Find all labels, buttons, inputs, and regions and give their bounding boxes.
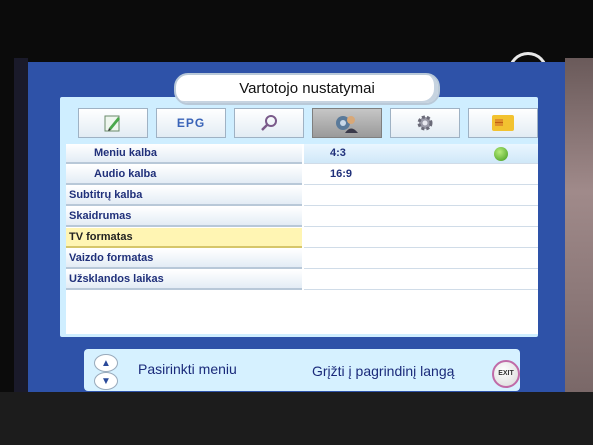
tab-search[interactable] bbox=[234, 108, 304, 138]
arrow-up-icon: ▲ bbox=[94, 354, 118, 372]
list-item[interactable]: Užsklandos laikas bbox=[66, 270, 538, 290]
tab-smartcard[interactable] bbox=[468, 108, 538, 138]
edit-icon bbox=[104, 115, 120, 132]
epg-tab-label: EPG bbox=[176, 116, 206, 130]
tab-epg[interactable]: EPG bbox=[156, 108, 226, 138]
settings-list: Meniu kalba 4:3 Audio kalba 16:9 Subtitr… bbox=[66, 144, 538, 334]
menu-item-label-cell[interactable]: Vaizdo formatas bbox=[66, 249, 302, 269]
menu-item-value-cell[interactable] bbox=[304, 249, 538, 269]
tv-left-strip bbox=[14, 58, 28, 392]
menu-item-label-cell[interactable]: Subtitrų kalba bbox=[66, 186, 302, 206]
menu-item-label-cell[interactable]: Audio kalba bbox=[66, 165, 302, 185]
menu-item-label: TV formatas bbox=[69, 231, 133, 243]
menu-item-value-cell[interactable] bbox=[304, 186, 538, 206]
list-item[interactable]: Vaizdo formatas bbox=[66, 249, 538, 269]
tab-bar: EPG bbox=[78, 108, 540, 138]
menu-item-value-cell[interactable]: 16:9 bbox=[304, 165, 538, 185]
menu-item-value: 4:3 bbox=[330, 147, 346, 159]
search-icon bbox=[261, 115, 277, 131]
list-item[interactable]: Audio kalba 16:9 bbox=[66, 165, 538, 185]
list-item[interactable]: Meniu kalba 4:3 bbox=[66, 144, 538, 164]
menu-item-value-cell[interactable] bbox=[304, 228, 538, 248]
menu-item-value: 16:9 bbox=[330, 168, 353, 180]
menu-item-label-cell[interactable]: Užsklandos laikas bbox=[66, 270, 302, 290]
tv-bottom-band bbox=[0, 392, 593, 445]
list-item[interactable]: Skaidrumas bbox=[66, 207, 538, 227]
menu-item-value-cell[interactable] bbox=[304, 270, 538, 290]
user-settings-icon bbox=[336, 116, 358, 133]
exit-button[interactable]: EXIT bbox=[492, 360, 520, 388]
menu-item-label: Užsklandos laikas bbox=[69, 273, 164, 285]
tab-user-settings[interactable] bbox=[312, 108, 382, 138]
back-to-main-hint: Grįžti į pagrindinį langą bbox=[312, 363, 455, 379]
menu-item-value-cell[interactable]: 4:3 bbox=[304, 144, 538, 164]
smartcard-icon bbox=[492, 115, 514, 131]
arrow-down-icon: ▼ bbox=[94, 372, 118, 390]
page-title: Vartotojo nustatymai bbox=[174, 73, 440, 105]
menu-item-label-cell[interactable]: Skaidrumas bbox=[66, 207, 302, 227]
up-down-nav-icon: ▲ ▼ bbox=[94, 354, 118, 390]
tab-system[interactable] bbox=[390, 108, 460, 138]
select-menu-hint: Pasirinkti meniu bbox=[138, 361, 237, 377]
menu-item-label-cell[interactable]: Meniu kalba bbox=[66, 144, 302, 164]
tab-edit[interactable] bbox=[78, 108, 148, 138]
check-icon bbox=[494, 147, 508, 161]
menu-item-label: Audio kalba bbox=[94, 168, 157, 180]
gear-icon bbox=[417, 115, 433, 131]
menu-item-label: Meniu kalba bbox=[94, 147, 157, 159]
menu-item-label: Vaizdo formatas bbox=[69, 252, 154, 264]
menu-item-label: Skaidrumas bbox=[69, 210, 132, 222]
list-item[interactable]: Subtitrų kalba bbox=[66, 186, 538, 206]
list-item[interactable]: TV formatas bbox=[66, 228, 538, 248]
menu-item-label: Subtitrų kalba bbox=[69, 189, 143, 201]
menu-item-value-cell[interactable] bbox=[304, 207, 538, 227]
tv-right-strip bbox=[565, 58, 593, 392]
menu-item-label-cell[interactable]: TV formatas bbox=[66, 228, 302, 248]
